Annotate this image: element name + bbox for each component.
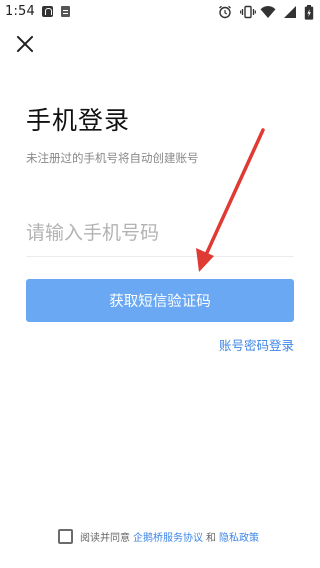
agreement-row: 阅读并同意 企鹅桥服务协议 和 隐私政策 [58, 527, 259, 545]
page-title: 手机登录 [26, 106, 131, 135]
login-screen: 1:54 手机登录 未注册过的手机号将自动创建账号 请输入手机号码 获取短信验证… [0, 0, 320, 568]
privacy-policy-link[interactable]: 隐私政策 [219, 529, 259, 544]
agreement-conjunction: 和 [206, 532, 216, 544]
get-sms-code-button[interactable]: 获取短信验证码 [26, 279, 294, 322]
notification-a-icon [42, 6, 53, 17]
agree-checkbox[interactable] [58, 528, 73, 544]
agreement-prefix: 阅读并同意 [80, 532, 130, 544]
signal-icon [284, 6, 296, 18]
alarm-icon [219, 5, 231, 19]
document-icon [61, 6, 70, 17]
battery-icon [304, 5, 314, 20]
phone-number-input[interactable] [26, 217, 266, 249]
page-subtitle: 未注册过的手机号将自动创建账号 [26, 151, 199, 165]
close-icon[interactable] [14, 33, 36, 55]
service-agreement-link[interactable]: 企鹅桥服务协议 [133, 529, 203, 544]
status-time: 1:54 [5, 4, 35, 19]
password-login-link[interactable]: 账号密码登录 [219, 335, 294, 354]
input-underline [26, 256, 294, 257]
status-bar: 1:54 [0, 0, 320, 24]
vibrate-icon [240, 5, 256, 19]
wifi-icon [260, 6, 276, 18]
